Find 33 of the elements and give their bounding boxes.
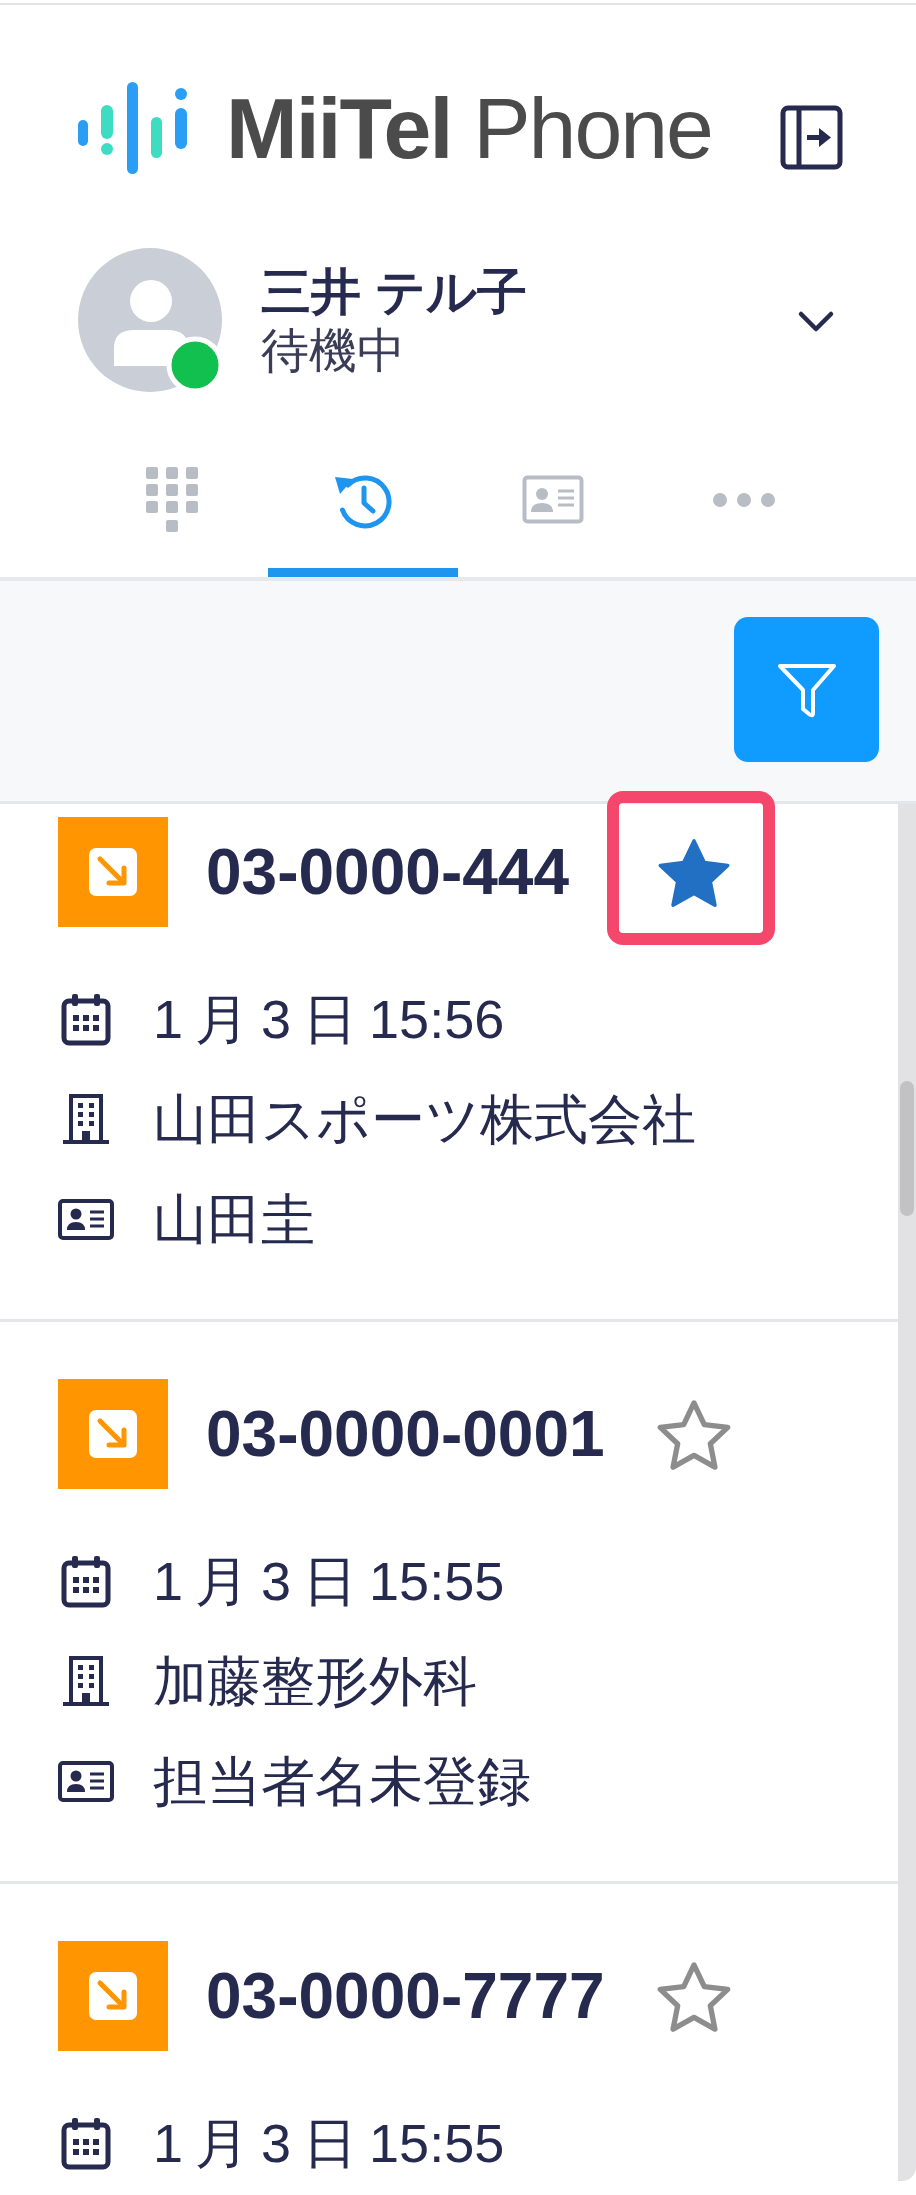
incoming-call-icon: [58, 1379, 168, 1489]
contact-card-icon: [58, 1760, 114, 1802]
phone-number: 03-0000-444: [206, 835, 569, 910]
incoming-call-icon: [58, 1941, 168, 2051]
contact-name: 担当者名未登録: [153, 1750, 531, 1813]
incoming-call-icon: [58, 817, 168, 927]
star-icon[interactable]: [657, 836, 731, 908]
phone-number: 03-0000-0001: [206, 1397, 605, 1472]
phone-number: 03-0000-7777: [206, 1959, 605, 2034]
calendar-icon: [61, 2116, 111, 2170]
contact-name: 山田圭: [153, 1188, 315, 1251]
call-date: 1 月 3 日 15:56: [153, 988, 505, 1051]
company-name: 山田スポーツ株式会社: [153, 1088, 696, 1151]
contact-card-icon: [58, 1198, 114, 1240]
call-date: 1 月 3 日 15:55: [153, 2112, 505, 2175]
more-dots-icon: [711, 491, 776, 508]
building-icon: [61, 1654, 111, 1708]
star-icon[interactable]: [657, 1398, 731, 1470]
user-status: 待機中: [261, 323, 406, 379]
scrollbar-thumb[interactable]: [900, 1081, 914, 1216]
sound-bars-logo-icon: [78, 82, 188, 174]
calendar-icon: [61, 1554, 111, 1608]
calendar-icon: [61, 992, 111, 1046]
star-icon[interactable]: [657, 1960, 731, 2032]
keypad-icon: [146, 467, 199, 532]
chevron-down-icon[interactable]: [797, 309, 835, 333]
company-name: 加藤整形外科: [153, 1650, 477, 1713]
filter-button[interactable]: [734, 617, 879, 762]
building-icon: [61, 1092, 111, 1146]
call-date: 1 月 3 日 15:55: [153, 1550, 505, 1613]
contact-card-icon: [522, 475, 585, 524]
app-name: MiiTel Phone: [226, 82, 712, 174]
user-name: 三井 テル子: [261, 263, 527, 322]
